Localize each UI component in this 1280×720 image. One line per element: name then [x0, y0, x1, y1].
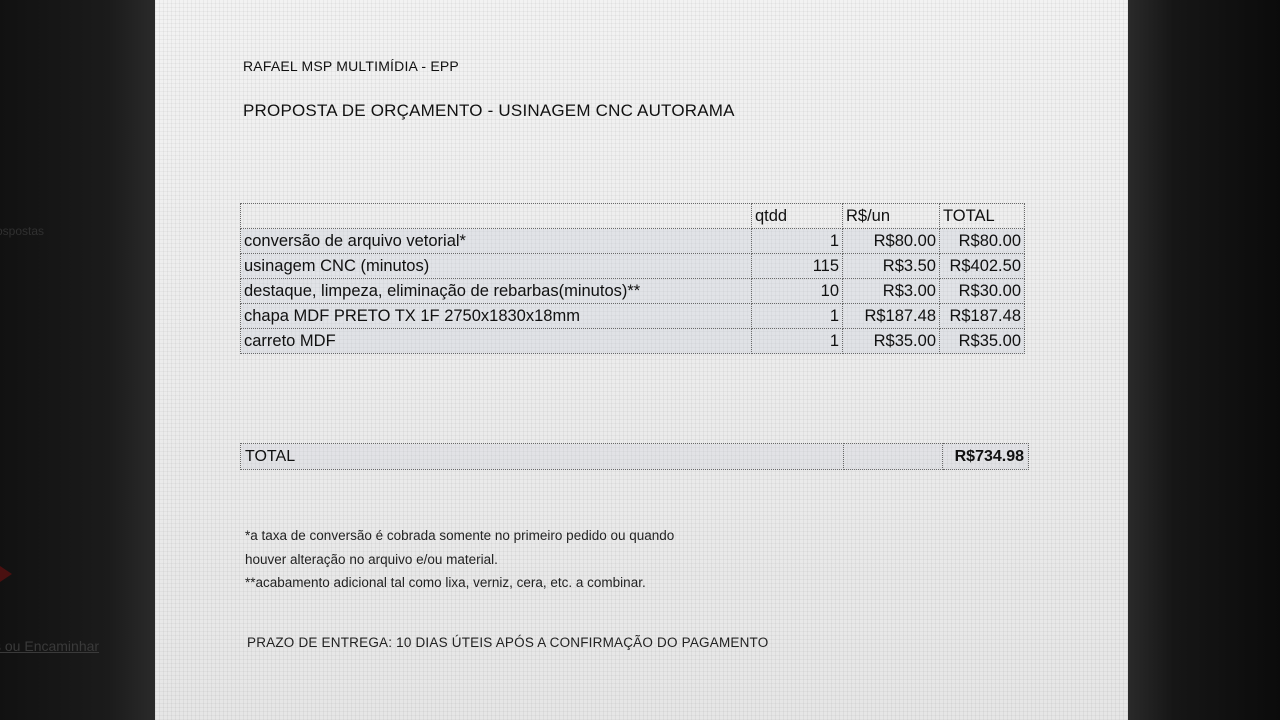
quote-table: qtdd R$/un TOTAL conversão de arquivo ve… [240, 203, 1025, 354]
cell-description: conversão de arquivo vetorial* [240, 228, 752, 254]
cell-total: R$35.00 [939, 328, 1025, 354]
table-row: carreto MDF 1 R$35.00 R$35.00 [240, 328, 1025, 354]
cell-description: usinagem CNC (minutos) [240, 253, 752, 279]
header-total: TOTAL [939, 203, 1025, 229]
table-row: destaque, limpeza, eliminação de rebarba… [240, 278, 1025, 304]
cell-unit-price: R$3.50 [842, 253, 940, 279]
grand-total-label: TOTAL [240, 443, 844, 470]
header-description [240, 203, 752, 229]
cell-unit-price: R$3.00 [842, 278, 940, 304]
footnote-line: *a taxa de conversão é cobrada somente n… [245, 528, 675, 543]
header-qty: qtdd [751, 203, 843, 229]
grand-total-row: TOTAL R$734.98 [240, 443, 1029, 470]
cell-qty: 1 [751, 328, 843, 354]
cell-qty: 1 [751, 303, 843, 329]
grand-total-spacer [843, 443, 943, 470]
cell-unit-price: R$80.00 [842, 228, 940, 254]
cell-description: destaque, limpeza, eliminação de rebarba… [240, 278, 752, 304]
document-title: PROPOSTA DE ORÇAMENTO - USINAGEM CNC AUT… [243, 101, 735, 120]
cell-unit-price: R$35.00 [842, 328, 940, 354]
cell-description: chapa MDF PRETO TX 1F 2750x1830x18mm [240, 303, 752, 329]
grand-total-table: TOTAL R$734.98 [240, 443, 1029, 470]
footnotes: *a taxa de conversão é cobrada somente n… [245, 524, 674, 595]
table-row: chapa MDF PRETO TX 1F 2750x1830x18mm 1 R… [240, 303, 1025, 329]
cell-description: carreto MDF [240, 328, 752, 354]
footnote-line: houver alteração no arquivo e/ou materia… [245, 551, 498, 567]
background-arrow-icon [0, 566, 12, 582]
cell-total: R$402.50 [939, 253, 1025, 279]
document-page: RAFAEL MSP MULTIMÍDIA - EPP PROPOSTA DE … [155, 0, 1128, 720]
background-link[interactable]: s ou Encaminhar [0, 638, 99, 654]
cell-total: R$30.00 [939, 278, 1025, 304]
header-unit-price: R$/un [842, 203, 940, 229]
cell-qty: 115 [751, 253, 843, 279]
screen-bezel-right [1128, 0, 1280, 720]
cell-qty: 10 [751, 278, 843, 304]
background-faint-text: ospostas [0, 224, 45, 238]
table-header-row: qtdd R$/un TOTAL [240, 203, 1025, 229]
screen-bezel-left: ospostas s ou Encaminhar [0, 0, 155, 720]
table-row: conversão de arquivo vetorial* 1 R$80.00… [240, 228, 1025, 254]
cell-unit-price: R$187.48 [842, 303, 940, 329]
footnote-line: **acabamento adicional tal como lixa, ve… [245, 575, 646, 590]
delivery-terms: PRAZO DE ENTREGA: 10 DIAS ÚTEIS APÓS A C… [247, 635, 769, 650]
table-row: usinagem CNC (minutos) 115 R$3.50 R$402.… [240, 253, 1025, 279]
cell-total: R$187.48 [939, 303, 1025, 329]
company-name: RAFAEL MSP MULTIMÍDIA - EPP [243, 58, 459, 74]
cell-qty: 1 [751, 228, 843, 254]
grand-total-value: R$734.98 [942, 443, 1029, 470]
cell-total: R$80.00 [939, 228, 1025, 254]
